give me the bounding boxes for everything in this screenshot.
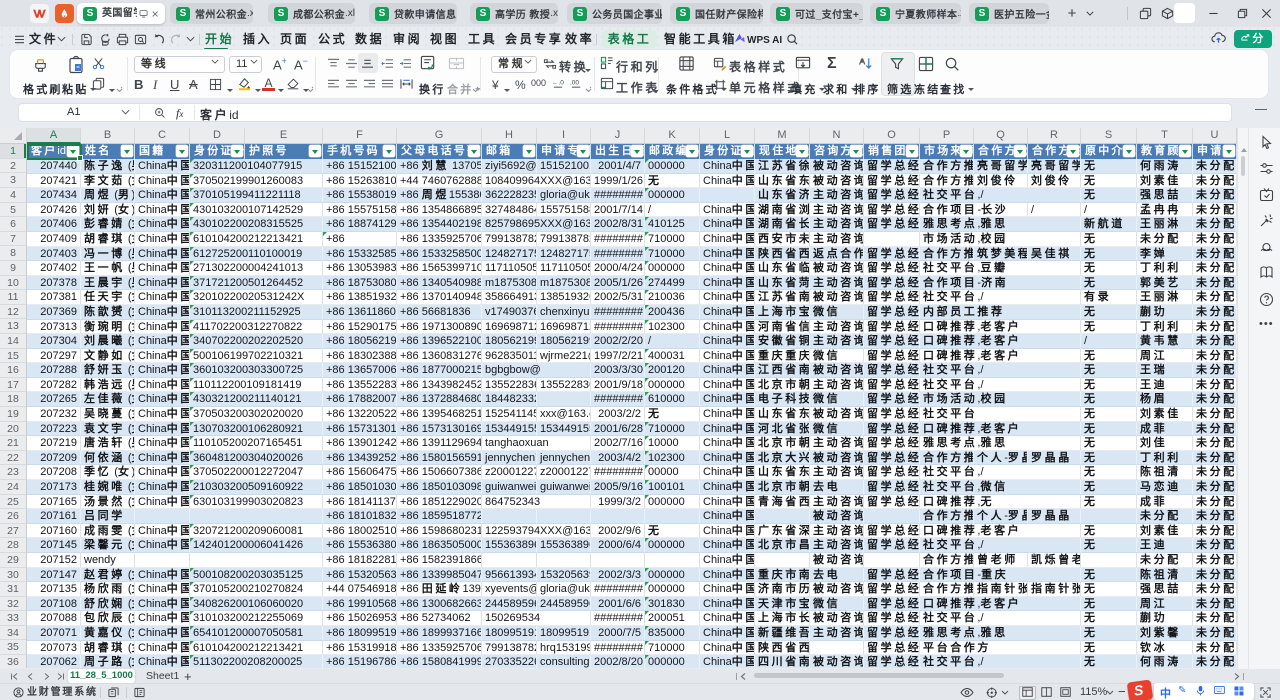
svg-text:←.0: ←.0	[552, 79, 564, 86]
svg-text:.00: .00	[570, 79, 579, 86]
